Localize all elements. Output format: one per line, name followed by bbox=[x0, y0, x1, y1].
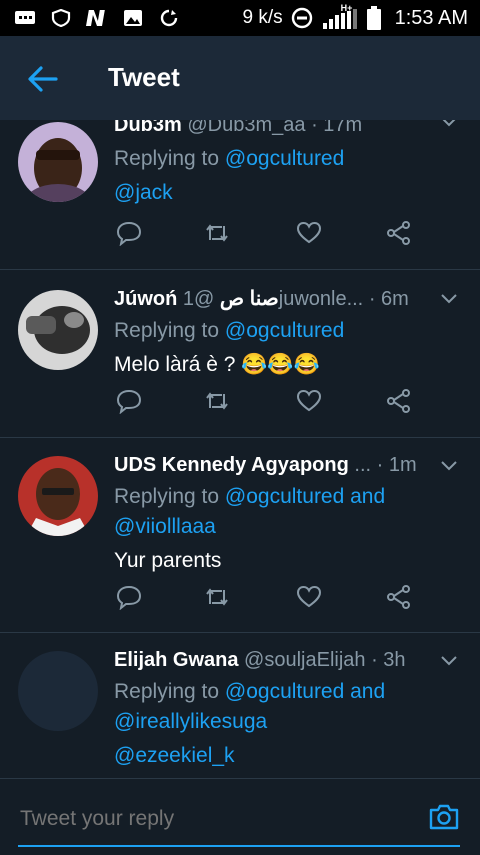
reply-time: · 17m bbox=[311, 120, 363, 136]
mention-link[interactable]: @jack bbox=[114, 178, 480, 208]
replying-to-link[interactable]: @ogcultured and bbox=[225, 485, 385, 508]
retweet-icon[interactable] bbox=[204, 388, 230, 414]
reply-header: Júwoń صنا ص @1juwonle... · 6m bbox=[114, 286, 480, 312]
reply-header: Elijah Gwana @souljaElijah · 3h bbox=[114, 647, 480, 673]
image-icon bbox=[124, 10, 142, 26]
replies-list[interactable]: Dub3m @Dub3m_aa · 17m Replying to @ogcul… bbox=[0, 120, 480, 778]
mention-link[interactable]: @ireallylikesuga bbox=[114, 707, 480, 737]
data-saver-icon bbox=[291, 7, 312, 29]
tweet-actions bbox=[116, 388, 416, 414]
avatar[interactable] bbox=[18, 456, 98, 536]
chevron-down-icon[interactable] bbox=[440, 120, 458, 128]
tweet-actions bbox=[116, 584, 416, 610]
camera-icon[interactable] bbox=[428, 801, 460, 833]
reply-header: UDS Kennedy Agyapong ... · 1m bbox=[114, 452, 480, 478]
author-name[interactable]: Elijah Gwana bbox=[114, 649, 238, 671]
reply-item[interactable]: Dub3m @Dub3m_aa · 17m Replying to @ogcul… bbox=[0, 120, 480, 270]
reply-item[interactable]: Elijah Gwana @souljaElijah · 3h Replying… bbox=[0, 633, 480, 778]
status-notification-icons bbox=[14, 0, 180, 36]
status-system-icons: 9 k/s H+ 1:53 AM bbox=[242, 0, 468, 36]
like-heart-icon[interactable] bbox=[296, 220, 322, 246]
replying-to: Replying to @ogcultured bbox=[114, 319, 345, 342]
tweet-actions bbox=[116, 220, 416, 246]
chevron-down-icon[interactable] bbox=[440, 460, 458, 472]
tweet-text: Yur parents bbox=[114, 549, 222, 572]
sync-icon bbox=[160, 9, 178, 27]
replying-to-link[interactable]: @ogcultured bbox=[225, 319, 344, 342]
replying-to: Replying to @ogcultured bbox=[114, 147, 345, 170]
network-speed: 9 k/s bbox=[242, 7, 283, 28]
battery-icon bbox=[366, 6, 381, 30]
mention-link[interactable]: @ezeekiel_k bbox=[114, 741, 480, 771]
replying-to-link[interactable]: @ogcultured bbox=[225, 147, 344, 170]
replying-to: Replying to @ogcultured and bbox=[114, 485, 386, 508]
reply-item[interactable]: UDS Kennedy Agyapong ... · 1m Replying t… bbox=[0, 438, 480, 633]
reply-item[interactable]: Júwoń صنا ص @1juwonle... · 6m Replying t… bbox=[0, 269, 480, 438]
status-bar: 9 k/s H+ 1:53 AM bbox=[0, 0, 480, 36]
back-arrow-icon[interactable] bbox=[26, 62, 60, 96]
chevron-down-icon[interactable] bbox=[440, 293, 458, 305]
like-heart-icon[interactable] bbox=[296, 388, 322, 414]
reply-icon[interactable] bbox=[116, 584, 142, 610]
tweet-text: Melo làrá è ? 😂😂😂 bbox=[114, 353, 320, 376]
shield-icon bbox=[51, 9, 71, 27]
page-title: Tweet bbox=[108, 62, 180, 92]
author-handle[interactable]: @Dub3m_aa bbox=[187, 120, 305, 136]
avatar[interactable] bbox=[18, 122, 98, 202]
avatar[interactable] bbox=[18, 651, 98, 731]
replying-to: Replying to @ogcultured and bbox=[114, 680, 386, 703]
replying-to-link[interactable]: @ogcultured and bbox=[225, 680, 385, 703]
netflix-icon bbox=[86, 10, 105, 26]
chevron-down-icon[interactable] bbox=[440, 655, 458, 667]
reply-composer bbox=[0, 778, 480, 855]
retweet-icon[interactable] bbox=[204, 220, 230, 246]
app-bar: Tweet bbox=[0, 36, 480, 120]
reply-input[interactable] bbox=[18, 803, 402, 835]
reply-header: Dub3m @Dub3m_aa · 17m bbox=[114, 120, 480, 138]
mention-link[interactable]: @viiolllaaa bbox=[114, 512, 480, 542]
author-name[interactable]: Dub3m bbox=[114, 120, 182, 136]
share-icon[interactable] bbox=[386, 584, 412, 610]
message-notification-icon bbox=[15, 11, 35, 24]
reply-input-underline bbox=[18, 845, 460, 847]
clock: 1:53 AM bbox=[394, 6, 468, 29]
reply-time: · 6m bbox=[368, 288, 409, 310]
author-name[interactable]: UDS Kennedy Agyapong bbox=[114, 454, 349, 476]
reply-time: · 1m bbox=[376, 454, 417, 476]
share-icon[interactable] bbox=[386, 220, 412, 246]
reply-icon[interactable] bbox=[116, 220, 142, 246]
like-heart-icon[interactable] bbox=[296, 584, 322, 610]
reply-time: · 3h bbox=[371, 649, 406, 671]
share-icon[interactable] bbox=[386, 388, 412, 414]
reply-icon[interactable] bbox=[116, 388, 142, 414]
retweet-icon[interactable] bbox=[204, 584, 230, 610]
signal-icon: H+ bbox=[321, 3, 359, 29]
author-handle[interactable]: @souljaElijah bbox=[244, 649, 365, 671]
avatar[interactable] bbox=[18, 290, 98, 370]
author-handle[interactable]: ... bbox=[354, 454, 371, 476]
